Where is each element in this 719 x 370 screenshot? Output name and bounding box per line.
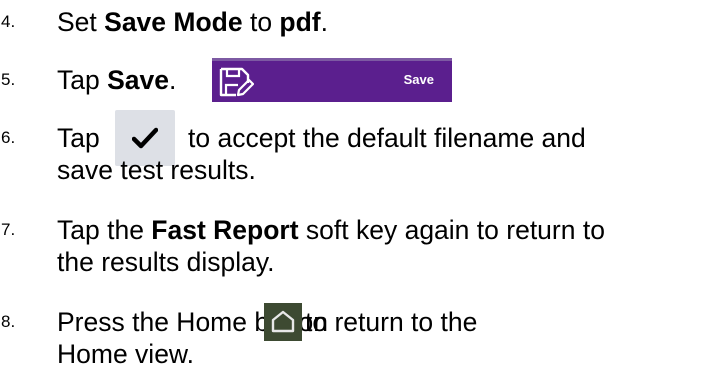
step-8: 8. Press the Home button to return to th… [0,303,719,370]
save-button-label: Save [403,72,434,87]
step-text-line-2: Home view. [57,339,194,369]
text-segment: Tap the [57,215,152,245]
step-7: 7. Tap the Fast Report soft key again to… [0,214,719,278]
text-segment: . [320,7,328,37]
text-segment: to [242,7,280,37]
step-4: 4. Set Save Mode to pdf. [0,6,719,38]
step-number: 8. [1,312,16,331]
home-icon [271,310,295,333]
checkmark-icon [132,127,158,149]
bold-term: Fast Report [151,215,299,245]
text-segment: Tap [57,65,108,95]
home-button[interactable] [264,303,302,341]
step-text-continued: to return to the [305,307,478,337]
bold-term: pdf [279,7,321,37]
step-text-line-2: save test results. [57,155,256,185]
text-segment: . [168,65,177,95]
step-number: 4. [1,12,16,31]
floppy-disk-edit-icon [219,67,254,97]
bold-term: Save Mode [104,7,243,37]
save-button[interactable]: Save [212,58,452,102]
step-number: 7. [1,220,16,239]
step-6: 6. Tap to accept the default filename an… [0,110,719,186]
step-text: Tap the Fast Report soft key again to re… [57,214,719,246]
text-segment: Tap [57,123,100,153]
step-number: 6. [1,128,16,147]
bold-term: Save [107,65,169,95]
step-text: Set Save Mode to pdf. [57,6,719,38]
text-segment: Set [57,7,105,37]
step-text-line-2: the results display. [57,247,275,277]
step-text-continued: to accept the default filename and [188,123,586,153]
step-5: 5. Tap Save. Save [0,58,719,102]
step-number: 5. [1,70,16,89]
text-segment: soft key again to return to [298,215,605,245]
